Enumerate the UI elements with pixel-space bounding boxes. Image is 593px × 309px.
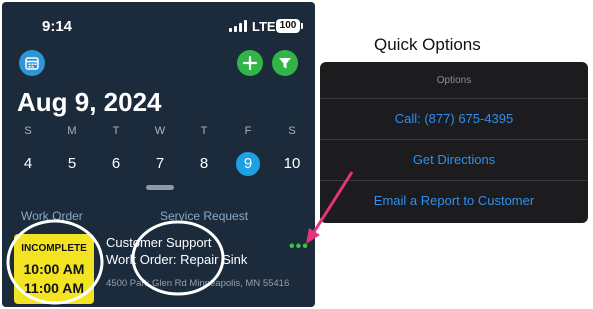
weekday-label: F bbox=[244, 125, 252, 137]
date-title: Aug 9, 2024 bbox=[17, 87, 162, 117]
customer-name[interactable]: Customer Support bbox=[106, 235, 212, 250]
filter-icon bbox=[279, 58, 291, 69]
service-request-column-label: Service Request bbox=[160, 209, 249, 223]
calendar-icon bbox=[25, 57, 39, 70]
status-time: 9:14 bbox=[42, 18, 73, 35]
weekday-label: T bbox=[112, 125, 120, 137]
status-label: INCOMPLETE bbox=[21, 243, 87, 254]
phone-screen: 9:14 LTE 100 Aug 9, 2024 S M T W T F S 4… bbox=[2, 2, 315, 307]
job-status-badge[interactable]: INCOMPLETE 10:00 AM 11:00 AM bbox=[14, 234, 94, 304]
job-address: 4500 Park Glen Rd Minneapolis, MN 55416 bbox=[106, 278, 290, 289]
weekday-label: T bbox=[200, 125, 208, 137]
call-option[interactable]: Call: (877) 675-4395 bbox=[320, 99, 588, 139]
get-directions-option[interactable]: Get Directions bbox=[320, 140, 588, 180]
calendar-button[interactable] bbox=[19, 50, 45, 76]
network-label: LTE bbox=[252, 19, 276, 34]
day-button[interactable]: 8 bbox=[192, 152, 216, 176]
options-header: Options bbox=[436, 75, 472, 86]
day-button[interactable]: 4 bbox=[16, 152, 40, 176]
more-options-button[interactable]: ••• bbox=[289, 238, 309, 256]
signal-icon bbox=[229, 20, 247, 32]
day-button-selected[interactable]: 9 bbox=[236, 152, 260, 176]
options-sheet: Options Call: (877) 675-4395 Get Directi… bbox=[320, 62, 588, 223]
day-button[interactable]: 6 bbox=[104, 152, 128, 176]
battery-icon: 100 bbox=[276, 19, 303, 33]
day-button[interactable]: 7 bbox=[148, 152, 172, 176]
weekday-label: S bbox=[288, 125, 296, 137]
weekday-label: M bbox=[67, 125, 77, 137]
weekday-label: S bbox=[24, 125, 32, 137]
day-button[interactable]: 5 bbox=[60, 152, 84, 176]
plus-icon bbox=[243, 56, 257, 70]
quick-options-title: Quick Options bbox=[374, 35, 481, 54]
drag-handle[interactable] bbox=[146, 185, 174, 190]
start-time: 10:00 AM bbox=[23, 261, 85, 277]
work-order-title[interactable]: Work Order: Repair Sink bbox=[106, 252, 247, 267]
add-button[interactable] bbox=[237, 50, 263, 76]
email-report-option[interactable]: Email a Report to Customer bbox=[320, 181, 588, 221]
work-order-column-label: Work Order bbox=[21, 209, 83, 223]
filter-button[interactable] bbox=[272, 50, 298, 76]
day-button[interactable]: 10 bbox=[280, 152, 304, 176]
end-time: 11:00 AM bbox=[23, 280, 85, 296]
weekday-label: W bbox=[154, 125, 166, 137]
